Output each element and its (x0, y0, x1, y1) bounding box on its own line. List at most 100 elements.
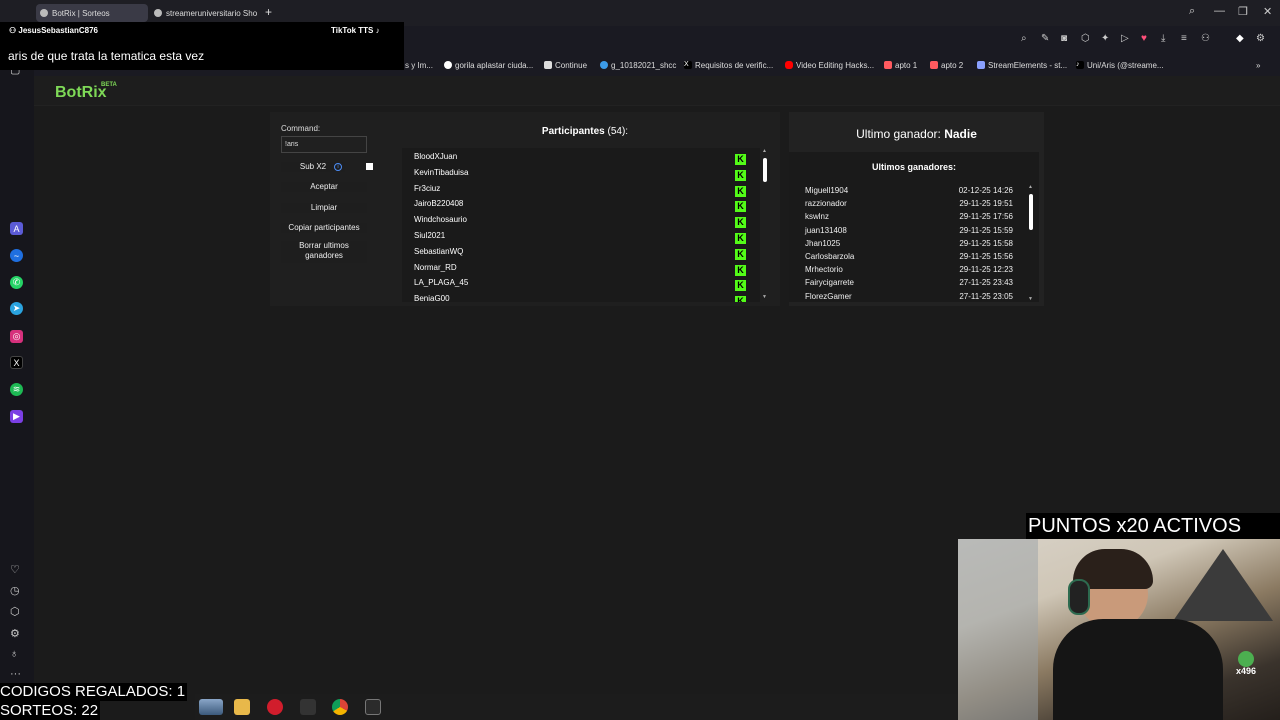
opera-icon[interactable] (267, 699, 283, 715)
participant-row[interactable]: Normar_RD K (414, 263, 754, 279)
participant-row[interactable]: JairoB220408 K (414, 199, 754, 215)
kick-icon: K (735, 233, 746, 244)
winner-row: juan131408 29-11-25 15:59 (805, 226, 1013, 235)
profile-icon[interactable]: ⚇ (1201, 33, 1210, 44)
participant-row[interactable]: Siul2021 K (414, 231, 754, 247)
scroll-down-icon[interactable]: ▼ (1028, 296, 1033, 302)
participant-row[interactable]: SebastianWQ K (414, 247, 754, 263)
camera-icon[interactable]: ◙ (1061, 33, 1067, 44)
instagram-icon[interactable]: ◎ (10, 330, 23, 343)
winner-date: 29-11-25 19:51 (959, 199, 1013, 209)
obs-icon[interactable] (365, 699, 381, 715)
favorites-icon[interactable]: ♡ (10, 563, 20, 576)
info-icon[interactable]: i (334, 163, 342, 171)
bookmark-item[interactable]: apto 1 (884, 59, 917, 71)
vpn-icon[interactable]: ✦ (1101, 33, 1109, 44)
participant-row[interactable]: KevinTibaduisa K (414, 168, 754, 184)
messenger-icon[interactable]: ~ (10, 249, 23, 262)
edit-icon[interactable]: ✎ (1041, 33, 1049, 44)
menu-icon[interactable]: ≡ (1181, 33, 1187, 44)
page-icon (544, 61, 552, 69)
more-icon[interactable]: ··· (10, 668, 21, 680)
command-input[interactable] (281, 136, 367, 153)
bookmark-item[interactable]: s y Im... (405, 59, 433, 71)
participant-row[interactable]: BloodXJuan K (414, 152, 754, 168)
aria-icon[interactable]: A (10, 222, 23, 235)
kick-icon: K (735, 201, 746, 213)
scroll-up-icon[interactable]: ▲ (762, 148, 767, 154)
chrome-icon[interactable] (332, 699, 348, 715)
bookmark-item[interactable]: Continue (544, 59, 587, 71)
minimize-icon[interactable]: — (1214, 5, 1225, 17)
winners-scrollbar[interactable]: ▲ ▼ (1028, 184, 1034, 302)
spotify-icon[interactable]: ≋ (10, 383, 23, 396)
accept-button[interactable]: Aceptar (281, 182, 367, 192)
delete-winners-button[interactable]: Borrar ultimos ganadores (281, 241, 367, 263)
whatsapp-icon[interactable]: ✆ (10, 276, 23, 289)
winner-name: kswlnz (805, 212, 830, 222)
settings-icon[interactable]: ⚙ (10, 627, 20, 640)
sub-x2-checkbox[interactable] (366, 163, 373, 170)
search-icon[interactable]: ⌕ (1021, 33, 1027, 44)
app-icon[interactable] (300, 699, 316, 715)
tips-icon[interactable]: ♁ (10, 648, 18, 660)
bookmark-item[interactable]: gorila aplastar ciuda... (444, 59, 533, 71)
shield-icon[interactable]: ⬡ (1081, 33, 1090, 44)
player-icon[interactable]: ▶ (10, 410, 23, 423)
download-icon[interactable]: ⤓ (1161, 33, 1165, 44)
settings-icon[interactable]: ⚙ (1256, 33, 1265, 44)
history-icon[interactable]: ◷ (10, 584, 20, 597)
heart-icon[interactable]: ♥ (1141, 33, 1147, 44)
site-header (34, 76, 1280, 106)
botrix-logo[interactable]: BotRix (55, 84, 107, 102)
winner-date: 29-11-25 15:59 (959, 225, 1013, 235)
clear-button[interactable]: Limpiar (281, 203, 367, 213)
participant-row[interactable]: Fr3ciuz K (414, 184, 754, 200)
participants-list[interactable]: BloodXJuan K KevinTibaduisa K Fr3ciuz K JairoB… (402, 148, 760, 302)
telegram-icon[interactable]: ➤ (10, 302, 23, 315)
drive-icon (600, 61, 608, 69)
scroll-down-icon[interactable]: ▼ (762, 294, 767, 300)
codigos-counter: CODIGOS REGALADOS: 1 (0, 683, 188, 701)
scroll-up-icon[interactable]: ▲ (1028, 184, 1033, 190)
winner-name: Jhan1025 (805, 238, 841, 248)
participant-row[interactable]: LA_PLAGA_45 K (414, 278, 754, 294)
winner-date: 27-11-25 23:05 (959, 291, 1013, 301)
winner-date: 29-11-25 15:56 (959, 252, 1013, 261)
bookmarks-more-icon[interactable]: » (1256, 59, 1260, 71)
x496-badge: x496 (1236, 651, 1256, 676)
file-explorer-icon[interactable] (234, 699, 250, 715)
tab-botrix[interactable]: BotRix | Sorteos (36, 4, 148, 22)
bookmark-item[interactable]: Video Editing Hacks... (785, 59, 874, 71)
bookmark-item[interactable]: ♪ Uni/Aris (@streame... (1076, 59, 1164, 71)
badge-count: x496 (1236, 666, 1256, 676)
play-icon[interactable]: ▷ (1121, 33, 1129, 44)
participant-name: Fr3ciuz (414, 183, 441, 193)
participants-title: Participantes (54): (520, 126, 650, 137)
search-tabs-icon[interactable]: ⌕ (1189, 5, 1195, 18)
participant-row[interactable]: Windchosaurio K (414, 215, 754, 231)
bookmark-item[interactable]: apto 2 (930, 59, 963, 71)
bookmark-item[interactable]: StreamElements - st... (977, 59, 1067, 71)
tab-streamer[interactable]: streameruniversitario Sho (150, 4, 260, 22)
participants-scrollbar[interactable]: ▲ ▼ (762, 148, 768, 300)
bookmark-item[interactable]: X Requisitos de verific... (684, 59, 773, 71)
extensions-icon[interactable]: ⬡ (10, 605, 20, 618)
winner-row: Mrhectorio 29-11-25 12:23 (805, 265, 1013, 274)
x-icon[interactable]: X (10, 356, 23, 369)
extension-icon[interactable]: ◆ (1236, 33, 1244, 44)
new-tab-button[interactable]: + (265, 5, 272, 19)
scroll-thumb[interactable] (763, 158, 767, 182)
person-sweater (1053, 619, 1223, 720)
wallpaper-thumbnail-icon[interactable] (199, 699, 223, 715)
participant-row[interactable]: BeniaG00 K (414, 294, 754, 302)
maximize-icon[interactable]: ❐ (1238, 5, 1248, 18)
bookmark-item[interactable]: g_10182021_shcc (600, 59, 676, 71)
participant-name: LA_PLAGA_45 (414, 278, 469, 288)
copy-participants-button[interactable]: Copiar participantes (281, 223, 367, 233)
airbnb-icon (930, 61, 938, 69)
kick-icon: K (735, 154, 746, 165)
scroll-thumb[interactable] (1029, 194, 1033, 230)
winner-row: Carlosbarzola 29-11-25 15:56 (805, 252, 1013, 261)
close-icon[interactable]: ✕ (1263, 5, 1272, 18)
